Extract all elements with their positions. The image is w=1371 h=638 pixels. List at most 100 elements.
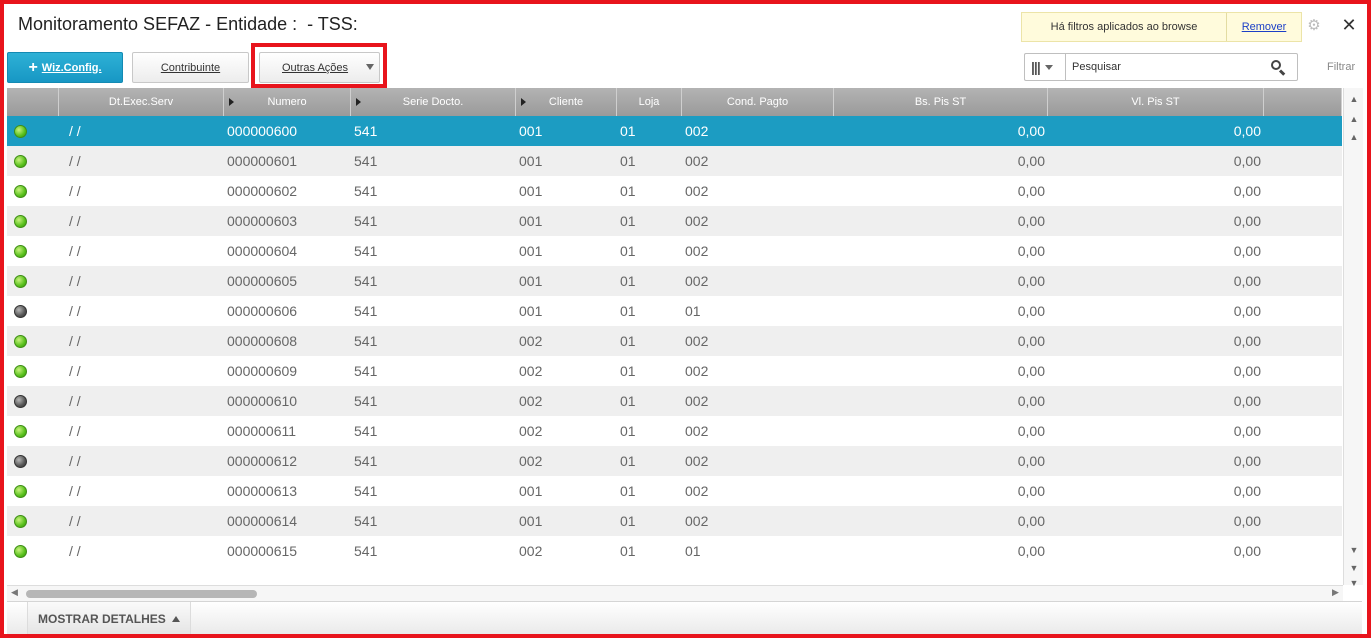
scroll-right-icon[interactable]: ▶ — [1332, 587, 1339, 598]
status-green-icon — [14, 215, 27, 228]
wiz-config-label: Wiz.Config. — [41, 61, 102, 74]
table-row[interactable]: / / 000000612 541 002 01 002 0,00 0,00 — [7, 446, 1342, 476]
cell-dt: / / — [69, 273, 81, 289]
column-header[interactable]: Vl. Pis ST — [1048, 88, 1264, 116]
scroll-up-icon[interactable]: ▲ — [1347, 130, 1361, 144]
column-header[interactable]: Cond. Pagto — [682, 88, 834, 116]
cell-cond: 002 — [685, 453, 709, 469]
cell-serie: 541 — [354, 423, 378, 439]
cell-bs: 0,00 — [1017, 153, 1045, 169]
contribuinte-button[interactable]: Contribuinte — [132, 52, 249, 83]
cell-bs: 0,00 — [1017, 513, 1045, 529]
table-row[interactable]: / / 000000608 541 002 01 002 0,00 0,00 — [7, 326, 1342, 356]
cell-serie: 541 — [354, 543, 378, 559]
status-gray-icon — [14, 395, 27, 408]
scroll-down-icon[interactable]: ▼ — [1347, 543, 1361, 557]
table-row[interactable]: / / 000000615 541 002 01 01 0,00 0,00 — [7, 536, 1342, 566]
cell-cond: 002 — [685, 153, 709, 169]
cell-filler — [1264, 206, 1342, 236]
column-header[interactable]: Loja — [617, 88, 682, 116]
cell-bs: 0,00 — [1017, 243, 1045, 259]
search-input[interactable] — [1066, 61, 1266, 73]
cell-dt: / / — [69, 423, 81, 439]
cell-loja: 01 — [620, 483, 636, 499]
table-row[interactable]: / / 000000600 541 001 01 002 0,00 0,00 — [7, 116, 1342, 146]
table-row[interactable]: / / 000000606 541 001 01 01 0,00 0,00 — [7, 296, 1342, 326]
scroll-bottom-icon[interactable]: ▼ — [1347, 576, 1361, 590]
horizontal-scrollbar[interactable]: ◀ ▶ — [7, 585, 1343, 601]
status-cell — [7, 506, 59, 536]
column-header[interactable]: Serie Docto. — [351, 88, 516, 116]
cell-bs: 0,00 — [1017, 423, 1045, 439]
cell-bs: 0,00 — [1017, 453, 1045, 469]
cell-vl: 0,00 — [1233, 423, 1261, 439]
table-row[interactable]: / / 000000604 541 001 01 002 0,00 0,00 — [7, 236, 1342, 266]
status-cell — [7, 416, 59, 446]
cell-loja: 01 — [620, 363, 636, 379]
cell-bs: 0,00 — [1017, 213, 1045, 229]
column-header[interactable]: Dt.Exec.Serv — [59, 88, 224, 116]
scroll-top-icon[interactable]: ▲ — [1347, 92, 1361, 106]
table-row[interactable]: / / 000000611 541 002 01 002 0,00 0,00 — [7, 416, 1342, 446]
cell-cond: 002 — [685, 483, 709, 499]
details-bar: MOSTRAR DETALHES — [7, 601, 1362, 635]
column-header[interactable]: Bs. Pis ST — [834, 88, 1048, 116]
table-row[interactable]: / / 000000614 541 001 01 002 0,00 0,00 — [7, 506, 1342, 536]
cell-numero: 000000615 — [227, 543, 298, 559]
column-header[interactable]: Numero — [224, 88, 351, 116]
filter-link[interactable]: Filtrar — [1327, 61, 1355, 73]
status-cell — [7, 266, 59, 296]
status-green-icon — [14, 275, 27, 288]
status-cell — [7, 326, 59, 356]
horizontal-scroll-thumb[interactable] — [26, 590, 257, 598]
cell-cliente: 001 — [519, 213, 543, 229]
cell-cliente: 002 — [519, 423, 543, 439]
cell-vl: 0,00 — [1233, 213, 1261, 229]
cell-filler — [1264, 266, 1342, 296]
table-row[interactable]: / / 000000601 541 001 01 002 0,00 0,00 — [7, 146, 1342, 176]
close-icon[interactable]: ✕ — [1340, 16, 1358, 34]
table-row[interactable]: / / 000000613 541 001 01 002 0,00 0,00 — [7, 476, 1342, 506]
filter-notice: Há filtros aplicados ao browse Remover — [1021, 12, 1302, 42]
cell-vl: 0,00 — [1233, 483, 1261, 499]
cell-vl: 0,00 — [1233, 513, 1261, 529]
cell-filler — [1264, 236, 1342, 266]
cell-cond: 002 — [685, 183, 709, 199]
cell-loja: 01 — [620, 393, 636, 409]
cell-filler — [1264, 116, 1342, 146]
status-cell — [7, 536, 59, 566]
cell-numero: 000000610 — [227, 393, 298, 409]
column-header[interactable] — [1264, 88, 1342, 116]
status-cell — [7, 116, 59, 146]
data-grid: Dt.Exec.Serv Numero Serie Docto. Cliente Loj… — [7, 88, 1342, 585]
gear-icon[interactable]: ⚙ — [1306, 18, 1322, 34]
table-row[interactable]: / / 000000603 541 001 01 002 0,00 0,00 — [7, 206, 1342, 236]
cell-dt: / / — [69, 393, 81, 409]
wiz-config-button[interactable]: + Wiz.Config. — [7, 52, 123, 83]
cell-loja: 01 — [620, 183, 636, 199]
cell-cliente: 002 — [519, 543, 543, 559]
table-row[interactable]: / / 000000610 541 002 01 002 0,00 0,00 — [7, 386, 1342, 416]
scroll-page-down-icon[interactable]: ▼ — [1347, 561, 1361, 575]
cell-cliente: 001 — [519, 123, 543, 139]
show-details-button[interactable]: MOSTRAR DETALHES — [27, 602, 191, 635]
cell-cond: 01 — [685, 303, 701, 319]
cell-dt: / / — [69, 303, 81, 319]
column-header[interactable]: Cliente — [516, 88, 617, 116]
column-selector-button[interactable]: ||| — [1024, 53, 1065, 81]
column-header-label: Dt.Exec.Serv — [108, 96, 174, 108]
cell-filler — [1264, 536, 1342, 566]
cell-loja: 01 — [620, 303, 636, 319]
remove-filter-link[interactable]: Remover — [1227, 21, 1301, 33]
vertical-scrollbar[interactable]: ▲ ▲ ▲ ▼ ▼ ▼ — [1343, 88, 1363, 588]
table-row[interactable]: / / 000000602 541 001 01 002 0,00 0,00 — [7, 176, 1342, 206]
search-icon[interactable] — [1270, 59, 1286, 76]
table-row[interactable]: / / 000000609 541 002 01 002 0,00 0,00 — [7, 356, 1342, 386]
outras-acoes-button[interactable]: Outras Ações — [259, 52, 380, 83]
scroll-page-up-icon[interactable]: ▲ — [1347, 112, 1361, 126]
cell-vl: 0,00 — [1233, 123, 1261, 139]
column-header[interactable] — [7, 88, 59, 116]
cell-filler — [1264, 506, 1342, 536]
scroll-left-icon[interactable]: ◀ — [11, 587, 18, 598]
table-row[interactable]: / / 000000605 541 001 01 002 0,00 0,00 — [7, 266, 1342, 296]
